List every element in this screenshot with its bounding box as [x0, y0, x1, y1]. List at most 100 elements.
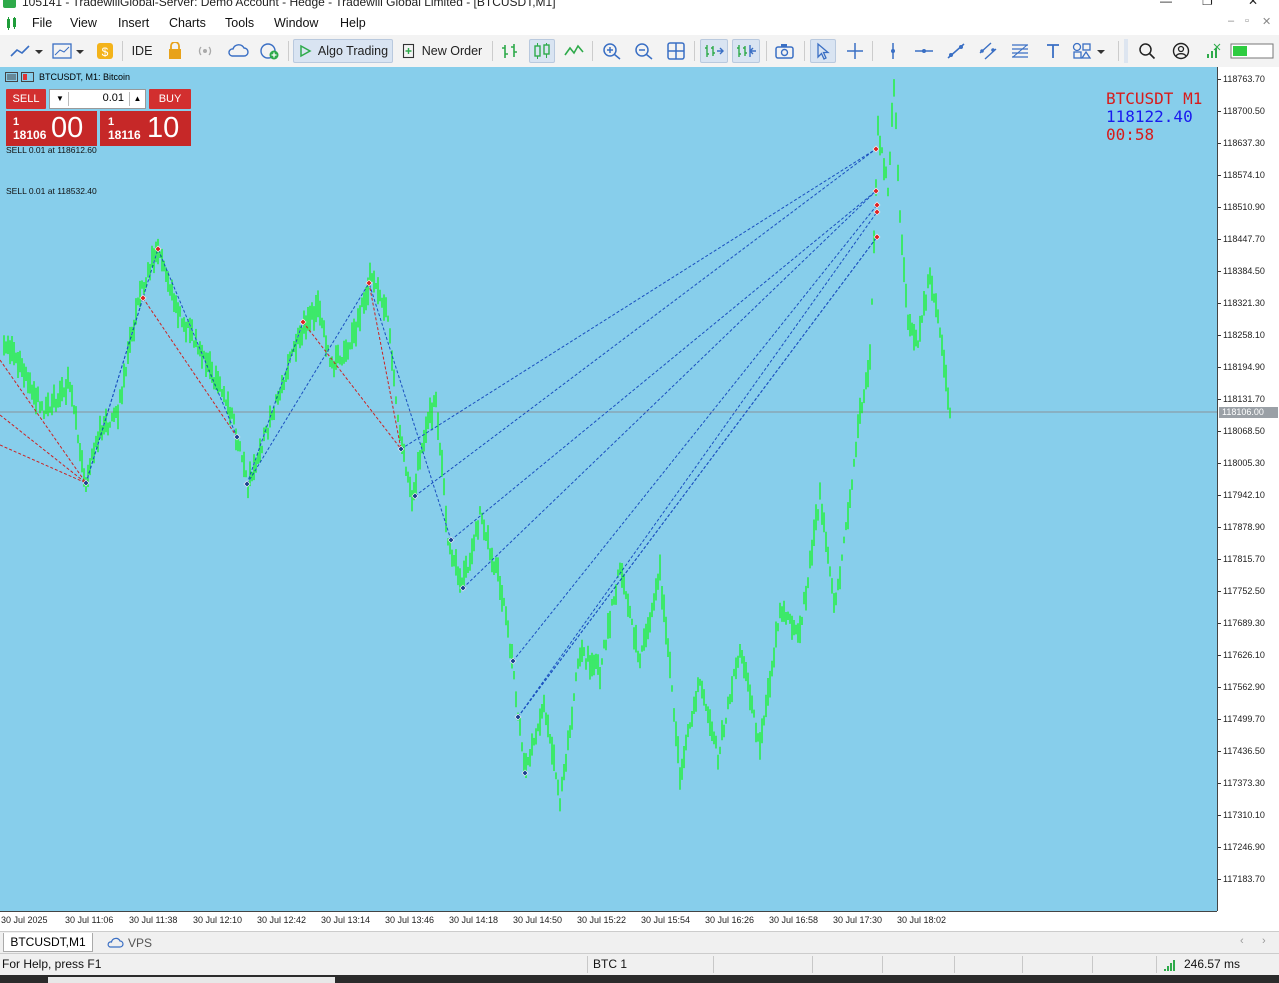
autoscroll-icon[interactable]: [700, 39, 728, 63]
profiles-button[interactable]: [50, 39, 86, 63]
price-tick-label: 117689.30: [1218, 618, 1265, 628]
price-tick-label: 117183.70: [1218, 874, 1265, 884]
new-order-icon: [402, 43, 414, 59]
price-tick-label: 117562.90: [1218, 682, 1265, 692]
price-tick-label: 118763.70: [1218, 74, 1265, 84]
price-tick-label: 117815.70: [1218, 554, 1265, 564]
time-tick-label: 30 Jul 16:58: [769, 915, 819, 925]
price-tick-label: 118384.50: [1218, 266, 1265, 276]
menu-charts[interactable]: Charts: [169, 16, 206, 30]
trade-history-line: [517, 236, 878, 718]
trendline-icon[interactable]: [944, 39, 968, 63]
price-axis[interactable]: 118763.70 118700.50 118637.30 118574.10 1185…: [1217, 67, 1279, 911]
time-tick-label: 30 Jul 12:10: [193, 915, 243, 925]
mdi-close-icon[interactable]: ✕: [1262, 15, 1271, 28]
time-tick-label: 30 Jul 16:26: [705, 915, 755, 925]
ide-button[interactable]: IDE: [128, 39, 156, 63]
price-tick-label: 118447.70: [1218, 234, 1265, 244]
vertical-line-icon[interactable]: [881, 39, 905, 63]
tab-scroll-right-icon[interactable]: ›: [1262, 935, 1266, 947]
app-logo-icon: [3, 0, 16, 8]
cursor-icon[interactable]: [810, 39, 836, 63]
minimize-icon[interactable]: —: [1160, 0, 1172, 8]
sell-deal-marker: [872, 145, 880, 153]
chart-area[interactable]: BTCUSDT, M1: Bitcoin SELL ▼ 0.01 ▲ BUY 1…: [0, 67, 1217, 911]
sell-button[interactable]: SELL: [6, 89, 46, 109]
mdi-restore-icon[interactable]: ▫: [1245, 15, 1249, 27]
chart-list-icon: [5, 72, 18, 82]
position-label-1: SELL 0.01 at 118612.60: [6, 145, 97, 155]
maximize-icon[interactable]: ❐: [1202, 0, 1213, 8]
candlestick-icon[interactable]: [529, 39, 555, 63]
buy-price-box[interactable]: 1 18116 10: [100, 111, 191, 146]
bid-price-tag: 118106.00: [1219, 407, 1278, 418]
buy-price-big: 10: [147, 112, 180, 144]
bar-chart-icon[interactable]: [498, 39, 522, 63]
signal-icon[interactable]: [194, 39, 216, 63]
menu-help[interactable]: Help: [340, 16, 366, 30]
close-icon[interactable]: ✕: [1248, 0, 1258, 8]
time-tick-label: 30 Jul 2025: [1, 915, 48, 925]
mdi-minimize-icon[interactable]: –: [1228, 15, 1234, 27]
line-chart-icon[interactable]: [562, 39, 586, 63]
signal-strength-icon[interactable]: [1202, 39, 1226, 63]
volume-up-icon[interactable]: ▲: [129, 92, 145, 106]
buy-button[interactable]: BUY: [149, 89, 191, 109]
trade-history-line: [450, 190, 877, 541]
crosshair-icon[interactable]: [843, 39, 867, 63]
market-icon[interactable]: $: [94, 39, 116, 63]
zoom-in-icon[interactable]: [600, 39, 624, 63]
trade-history-line: [0, 414, 87, 484]
price-tick-label: 117373.30: [1218, 778, 1265, 788]
time-axis[interactable]: 30 Jul 2025 30 Jul 11:06 30 Jul 11:38 30 Ju…: [0, 911, 1217, 931]
sell-price-big: 00: [51, 112, 84, 144]
buy-deal-marker: [243, 480, 251, 488]
sell-price-box[interactable]: 1 18106 00: [6, 111, 97, 146]
text-tool-icon[interactable]: [1041, 39, 1065, 63]
shapes-icon[interactable]: [1071, 39, 1107, 63]
volume-input[interactable]: ▼ 0.01 ▲: [49, 89, 146, 109]
tab-vps[interactable]: VPS: [106, 933, 166, 952]
volume-down-icon[interactable]: ▼: [52, 92, 69, 106]
new-order-button[interactable]: New Order: [398, 39, 486, 63]
chart-menu-icon[interactable]: [6, 17, 18, 30]
cloud-icon[interactable]: [226, 39, 250, 63]
new-chart-button[interactable]: [8, 39, 44, 63]
buy-price-prefix: 1: [108, 116, 115, 128]
trade-history-line: [517, 236, 878, 718]
add-market-icon[interactable]: [258, 39, 282, 63]
tab-btcusdt-m1[interactable]: BTCUSDT,M1: [3, 933, 93, 952]
menu-tools[interactable]: Tools: [225, 16, 254, 30]
current-price: 118122.40: [1106, 107, 1193, 126]
algo-trading-button[interactable]: Algo Trading: [293, 39, 393, 63]
position-label-2: SELL 0.01 at 118532.40: [6, 186, 97, 196]
lock-icon[interactable]: [164, 39, 186, 63]
trade-history-line: [512, 204, 878, 662]
chart-shift-icon[interactable]: [732, 39, 760, 63]
menu-file[interactable]: File: [32, 16, 52, 30]
connection-signal-icon: [1163, 959, 1177, 974]
tile-windows-icon[interactable]: [664, 39, 688, 63]
price-chart-svg[interactable]: [0, 67, 1217, 911]
account-icon[interactable]: [1169, 39, 1193, 63]
screenshot-icon[interactable]: [772, 39, 798, 63]
buy-deal-marker: [521, 769, 529, 777]
menu-insert[interactable]: Insert: [118, 16, 149, 30]
sell-deal-marker: [365, 279, 373, 287]
search-icon[interactable]: [1135, 39, 1159, 63]
price-tick-label: 117310.10: [1218, 810, 1265, 820]
sell-price-prefix: 1: [13, 116, 20, 128]
menu-window[interactable]: Window: [274, 16, 318, 30]
trade-history-line: [157, 248, 238, 438]
menu-view[interactable]: View: [70, 16, 97, 30]
tab-scroll-left-icon[interactable]: ‹: [1240, 935, 1244, 947]
price-tick-label: 118637.30: [1218, 138, 1265, 148]
bar-countdown: 00:58: [1106, 125, 1155, 144]
price-tick-label: 118194.90: [1218, 362, 1265, 372]
buy-deal-marker: [233, 433, 241, 441]
fibonacci-icon[interactable]: [1008, 39, 1032, 63]
zoom-out-icon[interactable]: [632, 39, 656, 63]
chart-tabs-bar: BTCUSDT,M1 VPS ‹ ›: [0, 931, 1279, 953]
channel-icon[interactable]: [976, 39, 1000, 63]
horizontal-line-icon[interactable]: [912, 39, 936, 63]
